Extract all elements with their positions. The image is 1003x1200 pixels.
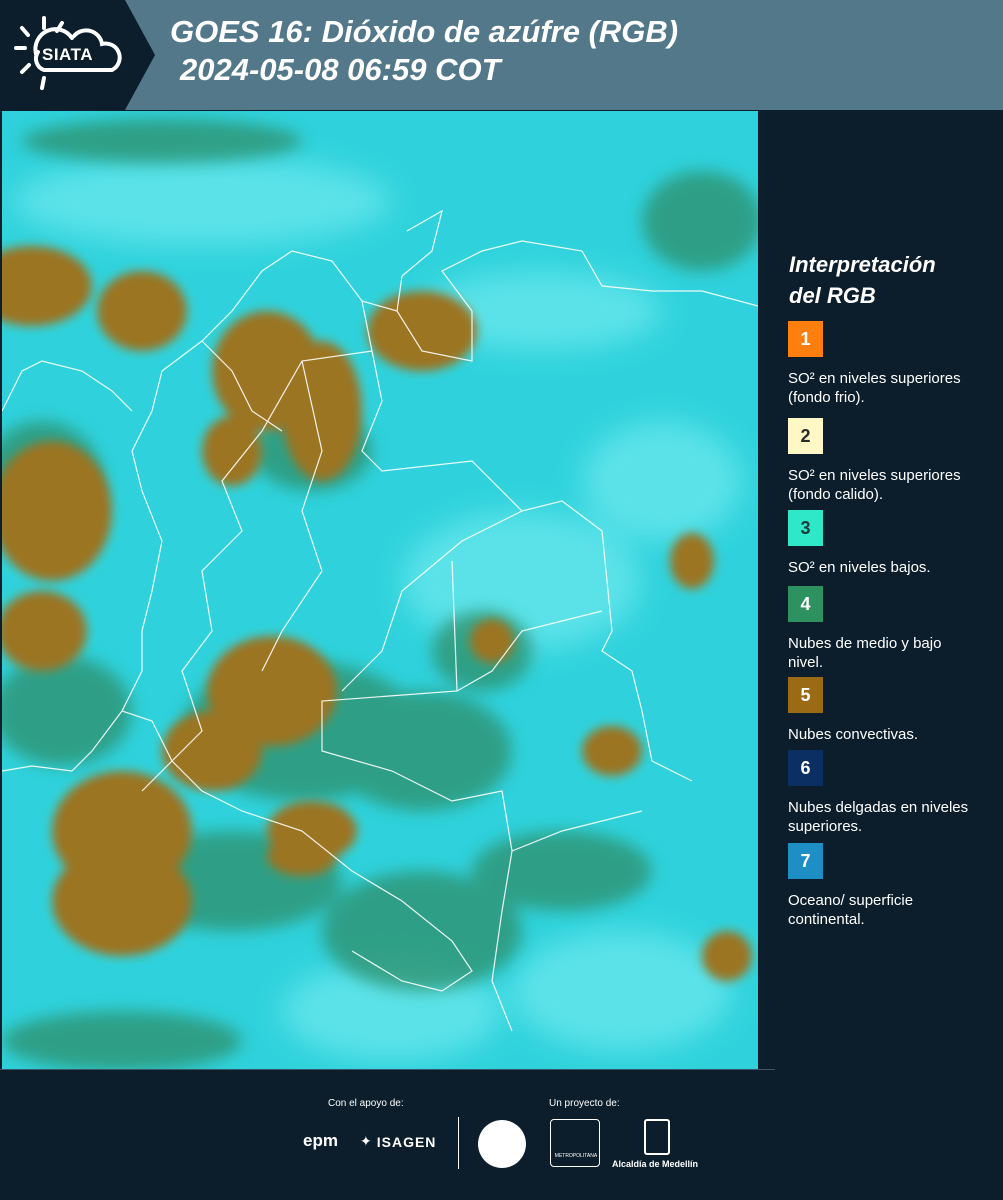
footer-divider-line <box>0 1069 775 1070</box>
legend-item-label: SO² en niveles superiores (fondo calido)… <box>788 467 961 503</box>
legend-item-label: Nubes delgadas en niveles superiores. <box>788 799 969 835</box>
footer-vertical-divider <box>458 1117 459 1169</box>
isagen-icon: ✦ <box>360 1133 373 1149</box>
legend-title: Interpretación del RGB <box>789 249 989 311</box>
legend-item: 4 Nubes de medio y bajo nivel. <box>788 586 988 672</box>
epm-logo: epm <box>303 1131 338 1150</box>
legend-swatch: 1 <box>788 321 823 357</box>
legend-title-line2: del RGB <box>789 283 876 308</box>
legend-item-label: Oceano/ superficie continental. <box>788 892 914 928</box>
legend-swatch: 3 <box>788 510 823 546</box>
legend-item-label: SO² en niveles bajos. <box>788 559 931 576</box>
support-label: Con el apoyo de: <box>328 1098 404 1109</box>
siata-logo: SIATA <box>0 0 155 110</box>
legend-swatch: 2 <box>788 418 823 454</box>
isagen-label: ISAGEN <box>376 1133 437 1150</box>
footer: Con el apoyo de: Un proyecto de: epm ✦ I… <box>0 1069 1003 1200</box>
legend-swatch: 4 <box>788 586 823 622</box>
project-label: Un proyecto de: <box>549 1098 620 1109</box>
satellite-image-map <box>2 111 758 1069</box>
legend-swatch: 7 <box>788 843 823 879</box>
legend-item-label: SO² en niveles superiores (fondo frio). <box>788 370 961 406</box>
siata-logo-text: SIATA <box>42 45 93 64</box>
amva-logo <box>550 1119 600 1167</box>
legend-item: 1 SO² en niveles superiores (fondo frio). <box>788 321 988 407</box>
legend-title-line1: Interpretación <box>789 252 936 277</box>
legend-item: 7 Oceano/ superficie continental. <box>788 843 988 929</box>
legend-item-label: Nubes convectivas. <box>788 726 919 743</box>
page-title: GOES 16: Dióxido de azúfre (RGB) <box>170 14 679 49</box>
legend-item: 2 SO² en niveles superiores (fondo calido… <box>788 418 988 504</box>
legend-item: 6 Nubes delgadas en niveles superiores. <box>788 750 988 836</box>
legend-swatch: 5 <box>788 677 823 713</box>
alcaldia-label: Alcaldía de Medellín <box>612 1159 699 1169</box>
isagen-logo: ✦ ISAGEN <box>360 1133 436 1150</box>
legend-swatch: 6 <box>788 750 823 786</box>
amva-logo-text: METROPOLITANA <box>554 1153 598 1159</box>
legend-item: 5 Nubes convectivas. <box>788 677 988 744</box>
legend-item: 3 SO² en niveles bajos. <box>788 510 988 577</box>
university-seal-logo <box>478 1120 526 1168</box>
legend-item-label: Nubes de medio y bajo nivel. <box>788 635 942 671</box>
rgb-composite-map <box>2 111 758 1069</box>
legend-panel: Interpretación del RGB 1 SO² en niveles s… <box>762 111 1003 1069</box>
alcaldia-crest-icon <box>644 1119 670 1155</box>
header-bar: SIATA GOES 16: Dióxido de azúfre (RGB) 2… <box>0 0 1003 110</box>
timestamp: 2024-05-08 06:59 COT <box>180 52 501 87</box>
